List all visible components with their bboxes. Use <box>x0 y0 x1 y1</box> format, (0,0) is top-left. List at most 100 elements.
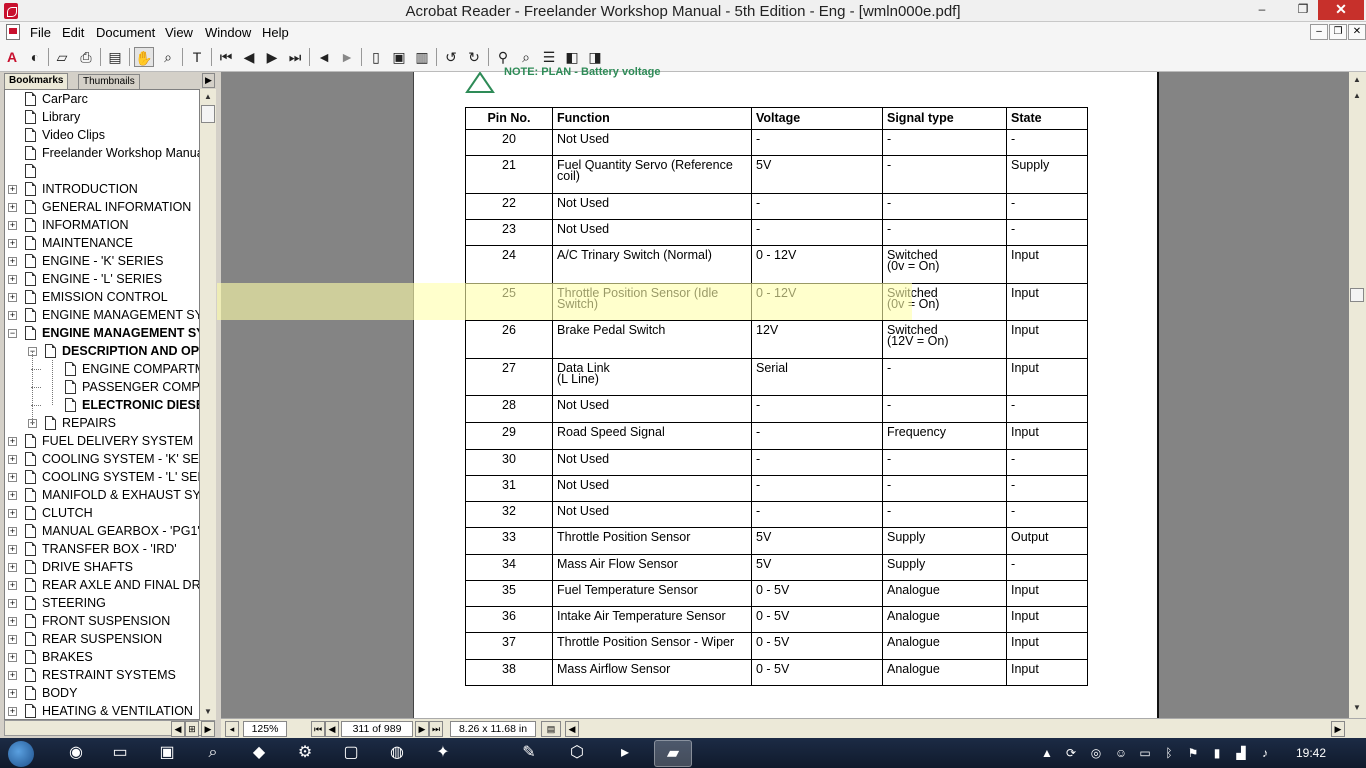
expand-icon[interactable]: + <box>8 293 17 302</box>
sync-icon[interactable]: ⟳ <box>1064 745 1078 761</box>
expand-icon[interactable]: + <box>8 257 17 266</box>
expand-icon[interactable]: + <box>8 311 17 320</box>
expand-icon[interactable]: + <box>8 707 17 716</box>
rotate-left-icon[interactable]: ↺ <box>441 47 461 67</box>
tab-thumbnails[interactable]: Thumbnails <box>78 74 140 89</box>
bookmark-item[interactable]: + GENERAL INFORMATION <box>5 198 199 216</box>
status-scroll-left-arrow-icon[interactable]: ◀ <box>565 721 579 737</box>
status-last-page-icon[interactable]: ⏭ <box>429 721 443 737</box>
expand-icon[interactable]: + <box>8 509 17 518</box>
document-close-button[interactable]: ✕ <box>1348 24 1366 40</box>
status-first-page-icon[interactable]: ⏮ <box>311 721 325 737</box>
menu-help[interactable]: Help <box>262 25 289 40</box>
expand-icon[interactable]: + <box>8 437 17 446</box>
close-button[interactable]: ✕ <box>1318 0 1364 20</box>
go-forward-icon[interactable]: ► <box>337 47 357 67</box>
bookmark-scrollbar[interactable]: ▲ ▼ <box>200 89 216 720</box>
doc-scroll-up-icon[interactable]: ▲ <box>1349 72 1365 88</box>
next-page-icon[interactable]: ▶ <box>262 47 282 67</box>
menu-view[interactable]: View <box>165 25 193 40</box>
restore-button[interactable]: ❐ <box>1289 0 1317 20</box>
bookmark-item[interactable]: + EMISSION CONTROL <box>5 288 199 306</box>
task-app-icon[interactable]: ▣ <box>148 740 186 767</box>
bookmark-item[interactable]: + INTRODUCTION <box>5 180 199 198</box>
minimize-button[interactable]: – <box>1248 0 1276 20</box>
doc-scroll-down-icon[interactable]: ▼ <box>1349 700 1365 716</box>
expand-icon[interactable]: + <box>8 617 17 626</box>
show-hidden-icons-icon[interactable]: ▲ <box>1040 745 1054 761</box>
bookmark-item[interactable]: − ENGINE MANAGEMENT SYST <box>5 324 199 342</box>
bookmark-item[interactable]: Library <box>5 108 199 126</box>
avast-icon[interactable]: ◎ <box>1089 745 1103 761</box>
last-page-icon[interactable]: ⏭ <box>285 47 305 67</box>
expand-icon[interactable]: + <box>8 581 17 590</box>
bookmark-item[interactable]: Video Clips <box>5 126 199 144</box>
text-select-icon[interactable]: T <box>187 47 207 67</box>
bookmark-item[interactable]: + FRONT SUSPENSION <box>5 612 199 630</box>
menu-document[interactable]: Document <box>96 25 155 40</box>
nav-scroll-right-icon[interactable]: ▶ <box>201 721 215 737</box>
expand-icon[interactable]: + <box>8 275 17 284</box>
page-layout-icon[interactable]: ▤ <box>541 721 561 737</box>
bookmark-item[interactable]: + ENGINE MANAGEMENT SYS <box>5 306 199 324</box>
page-number-field[interactable]: 311 of 989 <box>341 721 413 737</box>
fit-page-icon[interactable]: ▣ <box>389 47 409 67</box>
bookmark-item[interactable]: + CLUTCH <box>5 504 199 522</box>
zoom-tool-icon[interactable]: ⌕ <box>158 47 178 67</box>
doc-scroll-page-up-icon[interactable]: ▲ <box>1349 88 1365 104</box>
status-previous-page-icon[interactable]: ◀ <box>325 721 339 737</box>
usb-icon[interactable]: ▭ <box>1138 745 1152 761</box>
document-icon[interactable] <box>6 24 20 40</box>
expand-icon[interactable]: + <box>8 635 17 644</box>
expand-icon[interactable]: + <box>8 545 17 554</box>
print-icon[interactable]: ⎙ <box>76 47 96 67</box>
bookmark-item[interactable]: + COOLING SYSTEM - 'K' SER <box>5 450 199 468</box>
status-scroll-left-icon[interactable]: ◂ <box>225 721 239 737</box>
document-minimize-button[interactable]: – <box>1310 24 1328 40</box>
go-back-icon[interactable]: ◄ <box>314 47 334 67</box>
expand-icon[interactable]: + <box>8 491 17 500</box>
bookmark-item[interactable]: + STEERING <box>5 594 199 612</box>
expand-icon[interactable]: + <box>8 473 17 482</box>
expand-icon[interactable]: + <box>8 203 17 212</box>
bookmark-item[interactable]: + REPAIRS <box>5 414 199 432</box>
bookmark-item[interactable]: + MANIFOLD & EXHAUST SYST <box>5 486 199 504</box>
action-center-icon[interactable]: ⚑ <box>1186 745 1200 761</box>
file-explorer-icon[interactable]: ▭ <box>101 740 139 767</box>
acrobat-logo-icon[interactable]: A <box>2 47 22 67</box>
open-icon[interactable]: ▱ <box>52 47 72 67</box>
document-view[interactable]: NOTE: PLAN - Battery voltage Pin No. Fun… <box>221 66 1349 718</box>
show-navigation-pane-icon[interactable]: ▤ <box>105 47 125 67</box>
previous-page-icon[interactable]: ◀ <box>239 47 259 67</box>
bookmark-item[interactable]: + FUEL DELIVERY SYSTEM <box>5 432 199 450</box>
search-icon[interactable]: ⌕ <box>516 47 536 67</box>
fit-width-icon[interactable]: ▥ <box>412 47 432 67</box>
bookmark-item[interactable]: + INFORMATION <box>5 216 199 234</box>
scroll-thumb[interactable] <box>201 105 215 123</box>
bookmark-item[interactable]: + TRANSFER BOX - 'IRD' <box>5 540 199 558</box>
bookmark-item[interactable]: −DESCRIPTION AND OPER <box>5 342 199 360</box>
document-restore-button[interactable]: ❐ <box>1329 24 1347 40</box>
menu-window[interactable]: Window <box>205 25 251 40</box>
document-scrollbar[interactable]: ▲ ▲ ▼ <box>1349 72 1366 718</box>
bookmark-item[interactable]: + BRAKES <box>5 648 199 666</box>
menu-edit[interactable]: Edit <box>62 25 84 40</box>
bookmark-item[interactable] <box>5 162 199 180</box>
bookmark-item[interactable]: + HEATING & VENTILATION <box>5 702 199 719</box>
acrobat-online-icon[interactable]: ◐ <box>25 47 45 67</box>
previous-highlight-icon[interactable]: ◧ <box>562 47 582 67</box>
firefox-icon[interactable]: ◍ <box>378 740 416 767</box>
expand-icon[interactable]: + <box>8 455 17 464</box>
expand-icon[interactable]: + <box>8 221 17 230</box>
network-tool-icon[interactable]: ✦ <box>424 740 462 767</box>
search-results-icon[interactable]: ☰ <box>539 47 559 67</box>
bookmark-item[interactable]: ENGINE COMPARTME <box>5 360 199 378</box>
bookmark-item[interactable]: Freelander Workshop Manua <box>5 144 199 162</box>
nav-pane-menu-button[interactable]: ▶ <box>202 73 215 88</box>
bookmark-item[interactable]: + COOLING SYSTEM - 'L' SERI <box>5 468 199 486</box>
bookmark-item[interactable]: + BODY <box>5 684 199 702</box>
settings-app-icon[interactable]: ⚙ <box>286 740 324 767</box>
bookmark-item[interactable]: PASSENGER COMPA <box>5 378 199 396</box>
nav-scroll-left-icon[interactable]: ◀ <box>171 721 185 737</box>
acrobat-icon[interactable]: ▰ <box>654 740 692 767</box>
